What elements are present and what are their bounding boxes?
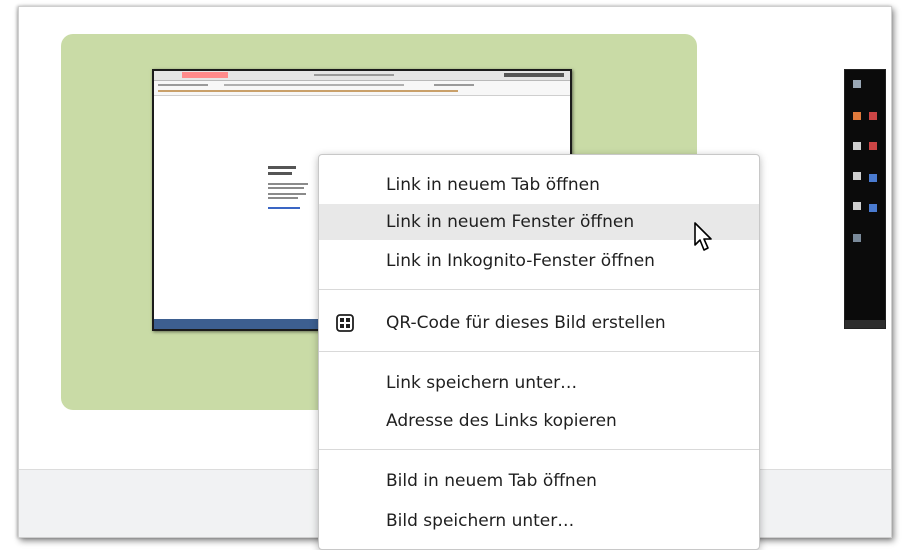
desktop-screenshot-thumbnail[interactable] bbox=[844, 69, 886, 329]
menu-separator bbox=[319, 351, 759, 352]
thumbnail-text-line bbox=[268, 183, 308, 185]
menu-separator bbox=[319, 289, 759, 290]
menu-item-open-link-new-tab[interactable]: Link in neuem Tab öffnen bbox=[319, 167, 759, 203]
menu-item-label: Link in Inkognito-Fenster öffnen bbox=[386, 251, 655, 271]
desktop-icon bbox=[869, 142, 877, 150]
desktop-icon bbox=[853, 172, 861, 180]
thumbnail-tab bbox=[182, 72, 228, 78]
menu-item-label: QR-Code für dieses Bild erstellen bbox=[386, 313, 666, 333]
thumbnail-url bbox=[224, 84, 404, 86]
thumbnail-window-controls bbox=[504, 73, 564, 77]
menu-item-open-image-new-tab[interactable]: Bild in neuem Tab öffnen bbox=[319, 463, 759, 499]
thumbnail-titlebar bbox=[154, 71, 570, 81]
thumbnail-heading-2 bbox=[268, 172, 292, 175]
thumbnail-text-line bbox=[268, 197, 298, 199]
desktop-icon bbox=[853, 202, 861, 210]
desktop-icon bbox=[869, 112, 877, 120]
thumbnail-heading bbox=[268, 166, 296, 169]
thumbnail-text-line bbox=[268, 193, 306, 195]
menu-item-label: Adresse des Links kopieren bbox=[386, 411, 617, 431]
thumbnail-text-line bbox=[268, 187, 304, 189]
thumbnail-bookmarks bbox=[158, 90, 458, 92]
menu-item-label: Bild in neuem Tab öffnen bbox=[386, 471, 597, 491]
context-menu: Link in neuem Tab öffnen Link in neuem F… bbox=[318, 154, 760, 550]
desktop-icon bbox=[853, 142, 861, 150]
desktop-icon bbox=[869, 204, 877, 212]
thumbnail-search bbox=[434, 84, 474, 86]
menu-item-save-image-as[interactable]: Bild speichern unter… bbox=[319, 503, 759, 539]
menu-item-save-link-as[interactable]: Link speichern unter… bbox=[319, 365, 759, 401]
thumbnail-address-bar bbox=[154, 81, 570, 96]
menu-item-label: Link speichern unter… bbox=[386, 373, 578, 393]
thumbnail-nav bbox=[158, 84, 208, 86]
desktop-icon bbox=[853, 234, 861, 242]
menu-item-label: Bild speichern unter… bbox=[386, 511, 575, 531]
thumbnail-title-text bbox=[314, 74, 394, 76]
mouse-pointer-icon bbox=[694, 222, 712, 251]
thumbnail-link-line bbox=[268, 207, 300, 209]
menu-item-label: Link in neuem Tab öffnen bbox=[386, 175, 600, 195]
menu-item-copy-link-address[interactable]: Adresse des Links kopieren bbox=[319, 403, 759, 439]
desktop-icon bbox=[853, 80, 861, 88]
menu-separator bbox=[319, 449, 759, 450]
menu-item-create-qr-code[interactable]: QR-Code für dieses Bild erstellen bbox=[319, 305, 759, 341]
desktop-icon bbox=[853, 112, 861, 120]
menu-item-label: Link in neuem Fenster öffnen bbox=[386, 212, 635, 232]
desktop-taskbar bbox=[845, 320, 885, 328]
qr-code-icon bbox=[336, 314, 354, 332]
desktop-icon bbox=[869, 174, 877, 182]
